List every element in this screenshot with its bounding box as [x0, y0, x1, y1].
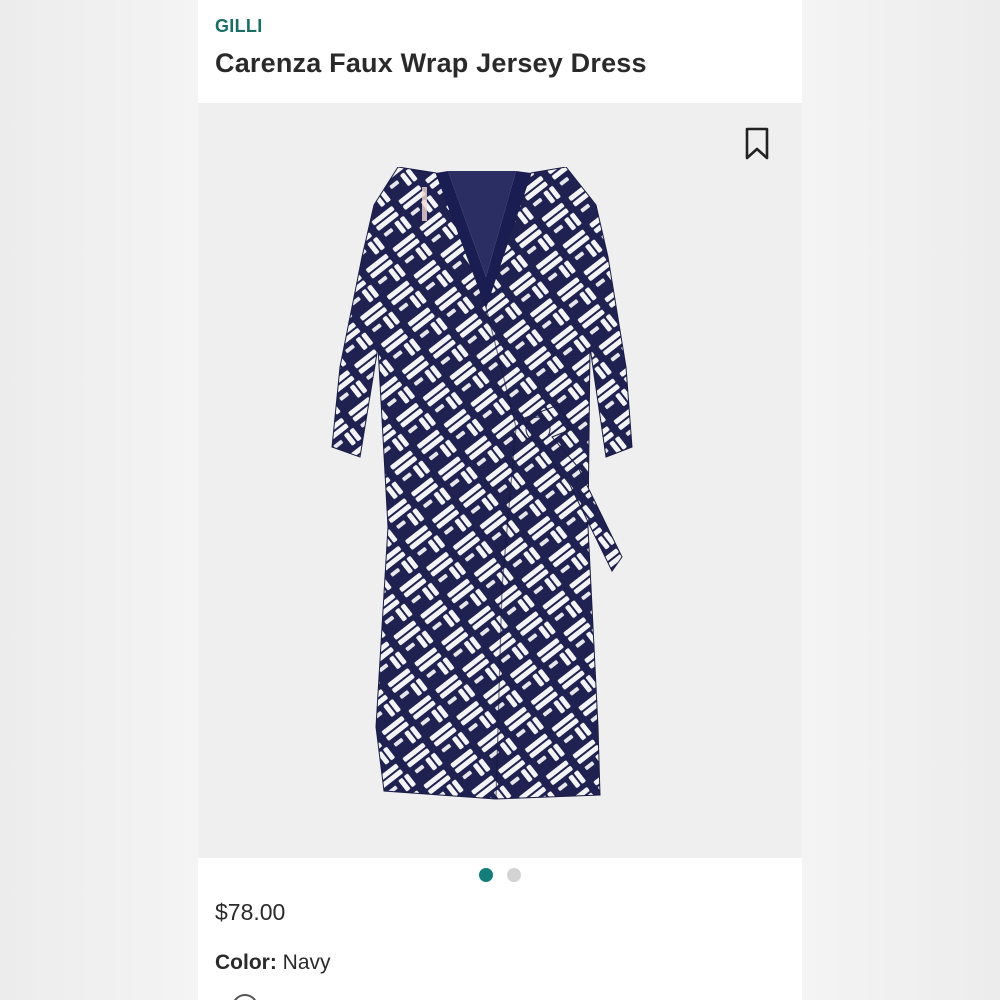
color-swatch[interactable] [232, 994, 258, 1000]
product-image-carousel[interactable] [198, 103, 802, 858]
color-label: Color: [215, 951, 277, 974]
color-value: Navy [282, 951, 331, 974]
product-price: $78.00 [215, 899, 286, 925]
carousel-dot-2[interactable] [507, 868, 521, 882]
carousel-dot-1[interactable] [479, 868, 493, 882]
product-detail-screen: GILLI Carenza Faux Wrap Jersey Dress $78… [198, 0, 802, 1000]
color-selection-row: Color: Navy [215, 951, 331, 975]
dress-photo [331, 167, 633, 800]
right-backdrop [802, 0, 1000, 1000]
brand-name[interactable]: GILLI [215, 16, 263, 37]
bookmark-icon[interactable] [744, 127, 770, 161]
left-backdrop [0, 0, 198, 1000]
product-title: Carenza Faux Wrap Jersey Dress [215, 48, 647, 78]
carousel-pager [198, 868, 802, 888]
